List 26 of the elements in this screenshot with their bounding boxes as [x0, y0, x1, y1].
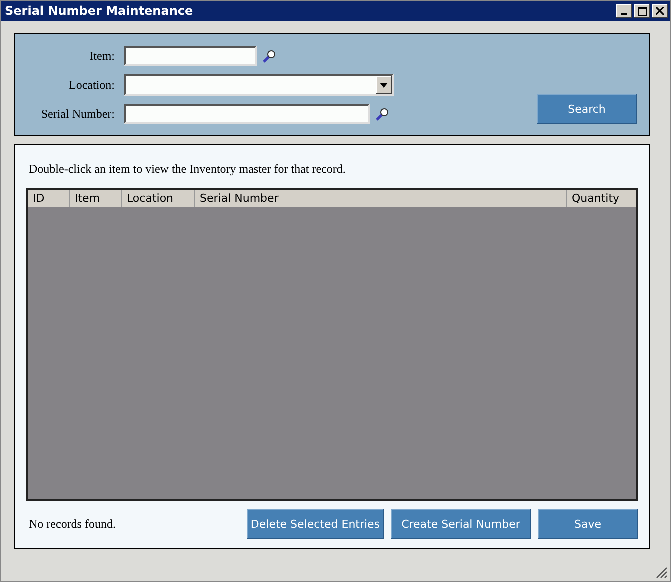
- search-icon[interactable]: [376, 108, 389, 120]
- maximize-icon[interactable]: [638, 6, 646, 16]
- window-title: Serial Number Maintenance: [5, 4, 194, 18]
- input-field[interactable]: [124, 46, 257, 66]
- instruction-text: Double-click an item to view the Inventory master for that record.: [29, 162, 347, 178]
- close-button[interactable]: [652, 4, 668, 18]
- input-field[interactable]: [124, 104, 370, 124]
- minimize-button[interactable]: [616, 4, 632, 18]
- column-header[interactable]: ID: [28, 190, 70, 207]
- action-button[interactable]: Save: [538, 509, 638, 539]
- column-header[interactable]: Item: [70, 190, 122, 207]
- column-header[interactable]: Serial Number: [195, 190, 567, 207]
- action-button[interactable]: Create Serial Number: [391, 509, 531, 539]
- close-icon[interactable]: [656, 7, 664, 15]
- field-label: Location:: [68, 78, 116, 92]
- search-button[interactable]: Search: [537, 94, 637, 124]
- field-label: Serial Number:: [40, 106, 116, 122]
- action-button[interactable]: Delete Selected Entries: [247, 509, 384, 539]
- status-text: No records found.: [29, 516, 117, 532]
- maximize-button[interactable]: [634, 4, 650, 18]
- resize-grip-icon[interactable]: [656, 567, 668, 579]
- column-header[interactable]: Location: [122, 190, 195, 207]
- location-dropdown[interactable]: [124, 74, 394, 96]
- search-icon[interactable]: [263, 50, 276, 62]
- column-header[interactable]: Quantity: [567, 190, 636, 207]
- field-label: Item:: [88, 48, 116, 64]
